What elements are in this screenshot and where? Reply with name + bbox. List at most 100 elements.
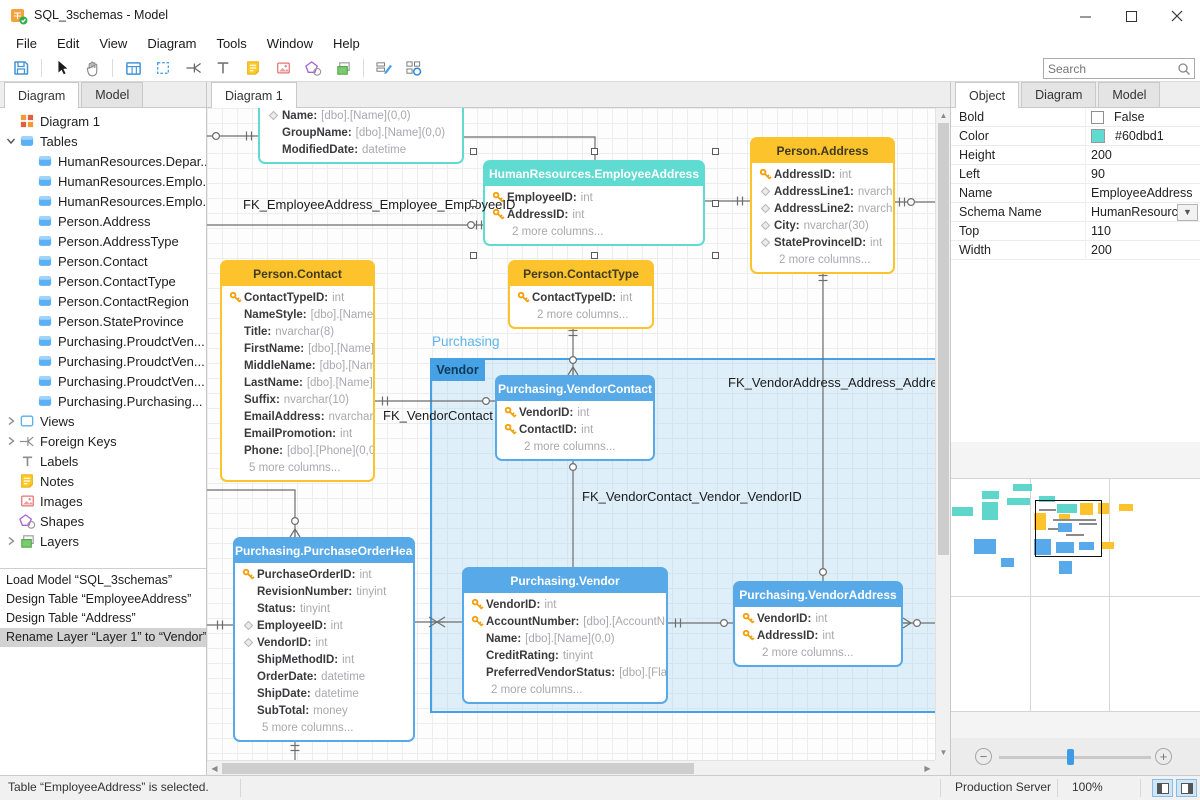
server-type-label[interactable]: Production Server [955,780,1051,794]
chevron-closed-icon[interactable] [4,436,18,446]
tree-item-person-contactregion[interactable]: Person.ContactRegion [0,291,206,311]
hscroll-thumb[interactable] [222,763,694,774]
new-image-button[interactable] [268,56,298,80]
vertical-scrollbar[interactable]: ▲ ▼ [935,108,950,760]
property-value[interactable]: 200 [1086,146,1200,165]
entity-purchasing-vendorcontact[interactable]: Purchasing.VendorContactVendorID:intCont… [495,375,655,461]
tree-item-purchasing-proudctven-[interactable]: Purchasing.ProudctVen... [0,331,206,351]
new-label-button[interactable] [208,56,238,80]
property-value[interactable]: 90 [1086,165,1200,184]
tree-item-views[interactable]: Views [0,411,206,431]
diagram-viewport[interactable]: VendorPurchasingName:[dbo].[Name](0,0)Gr… [207,108,935,760]
right-tab-model[interactable]: Model [1098,82,1160,107]
entity-department-partial[interactable]: Name:[dbo].[Name](0,0)GroupName:[dbo].[N… [258,108,464,164]
horizontal-scrollbar[interactable]: ◀ ▶ [207,760,935,775]
tree-item-labels[interactable]: Labels [0,451,206,471]
menu-window[interactable]: Window [257,34,323,53]
tree-item-humanresources-emplo-[interactable]: HumanResources.Emplo... [0,191,206,211]
entity-person-address[interactable]: Person.AddressAddressID:intAddressLine1:… [750,137,895,274]
tree-item-diagram-1[interactable]: Diagram 1 [0,111,206,131]
entity-purchasing-vendor[interactable]: Purchasing.VendorVendorID:intAccountNumb… [462,567,668,704]
chevron-closed-icon[interactable] [4,536,18,546]
property-value[interactable]: False [1086,108,1200,127]
property-value[interactable]: EmployeeAddress [1086,184,1200,203]
menu-file[interactable]: File [6,34,47,53]
close-button[interactable] [1154,0,1200,32]
tree-item-person-contact[interactable]: Person.Contact [0,251,206,271]
selection-handle[interactable] [712,148,719,155]
history-item[interactable]: Load Model “SQL_3schemas” [0,571,206,590]
fk-label[interactable]: FK_VendorAddress_Address_AddressID [728,375,935,390]
entity-humanresources-employeeaddress[interactable]: HumanResources.EmployeeAddressEmployeeID… [483,160,705,246]
minimap-viewport[interactable] [1035,500,1102,557]
scroll-up-icon[interactable]: ▲ [936,108,951,123]
fk-label[interactable]: FK_VendorContact [383,408,493,423]
tree-item-purchasing-proudctven-[interactable]: Purchasing.ProudctVen... [0,351,206,371]
zoom-in-button[interactable]: + [1155,748,1172,765]
tree-item-purchasing-proudctven-[interactable]: Purchasing.ProudctVen... [0,371,206,391]
selection-handle[interactable] [470,148,477,155]
chevron-closed-icon[interactable] [4,416,18,426]
entity-purchasing-vendoraddress[interactable]: Purchasing.VendorAddressVendorID:intAddr… [733,581,903,667]
tree-item-person-addresstype[interactable]: Person.AddressType [0,231,206,251]
selection-handle[interactable] [591,148,598,155]
selection-handle[interactable] [591,252,598,259]
canvas-tab-diagram-1[interactable]: Diagram 1 [211,82,297,108]
chevron-open-icon[interactable] [4,136,18,146]
menu-help[interactable]: Help [323,34,370,53]
maximize-button[interactable] [1108,0,1154,32]
tree-item-person-contacttype[interactable]: Person.ContactType [0,271,206,291]
tree-item-images[interactable]: Images [0,491,206,511]
scroll-left-icon[interactable]: ◀ [207,761,222,776]
selection-region-button[interactable] [148,56,178,80]
menu-diagram[interactable]: Diagram [137,34,206,53]
history-item[interactable]: Rename Layer “Layer 1” to “Vendor” [0,628,206,647]
tree-item-person-stateprovince[interactable]: Person.StateProvince [0,311,206,331]
new-note-button[interactable] [238,56,268,80]
left-tab-model[interactable]: Model [81,82,143,107]
selection-handle[interactable] [712,200,719,207]
new-layer-button[interactable] [328,56,358,80]
zoom-slider-track[interactable] [999,756,1151,759]
right-tab-object[interactable]: Object [955,82,1019,108]
tree-item-shapes[interactable]: Shapes [0,511,206,531]
entity-purchasing-purchaseorderheader[interactable]: Purchasing.PurchaseOrderHeaderPurchaseOr… [233,537,415,742]
pointer-button[interactable] [47,56,77,80]
zoom-level-label[interactable]: 100% [1072,780,1103,794]
tree-item-purchasing-purchasing-[interactable]: Purchasing.Purchasing... [0,391,206,411]
tree-item-humanresources-emplo-[interactable]: HumanResources.Emplo... [0,171,206,191]
property-value[interactable]: 110 [1086,222,1200,241]
tree-item-tables[interactable]: Tables [0,131,206,151]
selection-handle[interactable] [470,252,477,259]
fk-label[interactable]: FK_VendorContact_Vendor_VendorID [582,489,802,504]
color-swatch[interactable] [1091,129,1105,143]
scroll-right-icon[interactable]: ▶ [920,761,935,776]
menu-view[interactable]: View [89,34,137,53]
left-tab-diagram[interactable]: Diagram [4,82,79,108]
save-button[interactable] [6,56,36,80]
new-table-button[interactable] [118,56,148,80]
toggle-right-panel-button[interactable] [1176,779,1197,797]
hand-button[interactable] [77,56,107,80]
tree-item-humanresources-depar-[interactable]: HumanResources.Depar... [0,151,206,171]
selection-handle[interactable] [470,200,477,207]
entity-person-contacttype[interactable]: Person.ContactTypeContactTypeID:int2 mor… [508,260,654,329]
selection-handle[interactable] [712,252,719,259]
model-conversion-button[interactable] [399,56,429,80]
checkbox[interactable] [1091,111,1104,124]
tree-item-person-address[interactable]: Person.Address [0,211,206,231]
minimap[interactable] [951,478,1200,712]
zoom-out-button[interactable]: − [975,748,992,765]
menu-tools[interactable]: Tools [206,34,256,53]
search-input[interactable] [1044,59,1172,78]
design-table-button[interactable] [369,56,399,80]
vscroll-thumb[interactable] [938,123,949,555]
tree-item-notes[interactable]: Notes [0,471,206,491]
zoom-slider-thumb[interactable] [1067,749,1074,765]
new-relation-button[interactable] [178,56,208,80]
property-value[interactable]: #60dbd1 [1086,127,1200,146]
property-value[interactable]: HumanResources▼ [1086,203,1200,222]
tree-item-layers[interactable]: Layers [0,531,206,551]
toggle-left-panel-button[interactable] [1152,779,1173,797]
scroll-down-icon[interactable]: ▼ [936,745,951,760]
